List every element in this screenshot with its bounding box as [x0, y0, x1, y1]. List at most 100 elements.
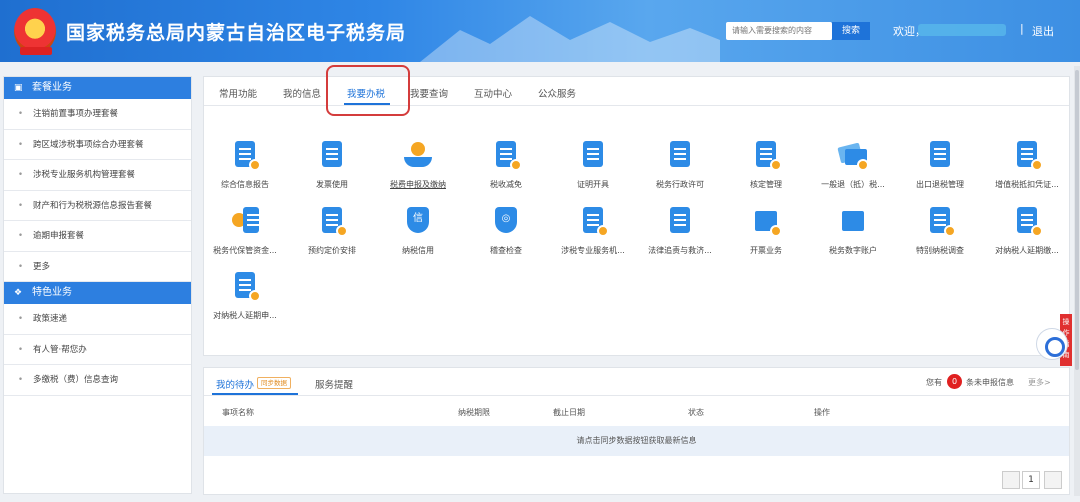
page-number[interactable]: 1: [1022, 471, 1040, 489]
sidebar-section-package[interactable]: ▣ 套餐业务: [4, 77, 191, 99]
tab-interaction[interactable]: 互动中心: [474, 86, 512, 100]
column-header: 截止日期: [553, 408, 585, 417]
function-item[interactable]: 税收减免: [464, 139, 548, 190]
logout-link[interactable]: 退出: [1032, 23, 1054, 39]
special-investigation-icon: [924, 205, 956, 237]
function-item[interactable]: 法律追责与救济...: [638, 205, 722, 256]
certificate-icon: [577, 139, 609, 171]
column-header: 事项名称: [222, 408, 254, 417]
sidebar-item[interactable]: 逾期申报套餐: [4, 221, 191, 252]
notice-suffix: 条未申报信息: [966, 378, 1014, 387]
prev-page-button[interactable]: [1002, 471, 1020, 489]
function-item[interactable]: 税务行政许可: [638, 139, 722, 190]
function-label: 对纳税人延期缴...: [995, 246, 1059, 255]
function-label: 对纳税人延期申...: [213, 311, 277, 320]
document-icon: [229, 139, 261, 171]
function-item[interactable]: 对纳税人延期缴...: [985, 205, 1069, 256]
chat-assistant-icon[interactable]: [1036, 328, 1068, 360]
function-label: 税费申报及缴纳: [390, 180, 446, 189]
tab-common[interactable]: 常用功能: [219, 86, 257, 100]
function-label: 税务代保管资金...: [213, 246, 277, 255]
undeclared-count-badge: 0: [947, 374, 962, 389]
function-item[interactable]: 开票业务: [724, 205, 808, 256]
sidebar: ▣ 套餐业务 注销前置事项办理套餐 跨区域涉税事项综合办理套餐 涉税专业服务机构管…: [3, 76, 192, 494]
function-label: 法律追责与救济...: [648, 246, 712, 255]
function-label: 纳税信用: [402, 246, 434, 255]
vat-deduction-icon: [1011, 139, 1043, 171]
todo-tab-bar: 我的待办 同步数据 服务提醒 您有 0 条未申报信息 更多>: [204, 368, 1069, 396]
function-item[interactable]: ◎ 稽查检查: [464, 205, 548, 256]
tab-my-todo[interactable]: 我的待办: [216, 377, 254, 391]
function-label: 开票业务: [750, 246, 782, 255]
tab-public-service[interactable]: 公众服务: [538, 86, 576, 100]
function-label: 证明开具: [577, 180, 609, 189]
sidebar-item[interactable]: 财产和行为税税源信息报告套餐: [4, 191, 191, 221]
function-label: 涉税专业服务机...: [561, 246, 625, 255]
invoicing-icon: [750, 205, 782, 237]
permit-icon: [664, 139, 696, 171]
function-item[interactable]: 出口退税管理: [898, 139, 982, 190]
function-item[interactable]: 发票使用: [290, 139, 374, 190]
inspection-icon: ◎: [490, 205, 522, 237]
function-panel: 常用功能 我的信息 我要办税 我要查询 互动中心 公众服务 综合信息报告 发票使…: [203, 65, 1070, 356]
function-item[interactable]: 税务代保管资金...: [203, 205, 287, 256]
function-label: 税收减免: [490, 180, 522, 189]
sidebar-item[interactable]: 涉税专业服务机构管理套餐: [4, 160, 191, 191]
active-tab-indicator: [212, 393, 298, 395]
empty-message: 请点击同步数据按钮获取最新信息: [204, 426, 1069, 456]
site-title: 国家税务总局内蒙古自治区电子税务局: [66, 22, 407, 44]
header-separator: |: [1020, 22, 1024, 35]
sync-data-button[interactable]: 同步数据: [257, 377, 291, 389]
function-item[interactable]: 特别纳税调查: [898, 205, 982, 256]
next-page-button[interactable]: [1044, 471, 1062, 489]
invoice-icon: [316, 139, 348, 171]
sidebar-item[interactable]: 多缴税（费）信息查询: [4, 365, 191, 396]
refund-icon: [837, 139, 869, 171]
tab-my-info[interactable]: 我的信息: [283, 86, 321, 100]
legal-icon: [664, 205, 696, 237]
sidebar-item[interactable]: 政策速递: [4, 304, 191, 335]
page-scrollbar[interactable]: [1074, 66, 1080, 496]
sidebar-section-special[interactable]: ❖ 特色业务: [4, 282, 191, 304]
tab-query[interactable]: 我要查询: [410, 86, 448, 100]
function-item[interactable]: 综合信息报告: [203, 139, 287, 190]
function-label: 特别纳税调查: [916, 246, 964, 255]
function-label: 一般退（抵）税...: [821, 180, 885, 189]
sidebar-section-label: 套餐业务: [32, 82, 72, 93]
function-item[interactable]: 核定管理: [724, 139, 808, 190]
todo-panel: 我的待办 同步数据 服务提醒 您有 0 条未申报信息 更多> 事项名称 纳税期限…: [203, 367, 1070, 495]
grid-icon: ❖: [14, 288, 23, 298]
sidebar-section-label: 特色业务: [32, 287, 72, 298]
search-button[interactable]: 搜索: [832, 22, 870, 40]
column-header: 状态: [688, 408, 704, 417]
function-item[interactable]: 涉税专业服务机...: [551, 205, 635, 256]
function-item[interactable]: 对纳税人延期申...: [203, 270, 287, 321]
function-label: 核定管理: [750, 180, 782, 189]
function-item[interactable]: 一般退（抵）税...: [811, 139, 895, 190]
function-item[interactable]: 税费申报及缴纳: [376, 139, 460, 190]
notice-prefix: 您有: [926, 378, 942, 387]
function-item[interactable]: 税务数字账户: [811, 205, 895, 256]
function-item[interactable]: 增值税抵扣凭证...: [985, 139, 1069, 190]
function-item[interactable]: 证明开具: [551, 139, 635, 190]
assessment-icon: [750, 139, 782, 171]
function-label: 发票使用: [316, 180, 348, 189]
tab-service-reminder[interactable]: 服务提醒: [315, 377, 353, 391]
sidebar-item[interactable]: 跨区域涉税事项综合办理套餐: [4, 130, 191, 160]
sidebar-item[interactable]: 注销前置事项办理套餐: [4, 99, 191, 130]
deferral-icon: [1011, 205, 1043, 237]
function-label: 税务行政许可: [656, 180, 704, 189]
search-input[interactable]: [726, 22, 832, 40]
column-header: 纳税期限: [458, 408, 490, 417]
export-refund-icon: [924, 139, 956, 171]
more-link[interactable]: 更多>: [1028, 377, 1051, 388]
digital-account-icon: [837, 205, 869, 237]
function-item[interactable]: 预约定价安排: [290, 205, 374, 256]
sidebar-item-more[interactable]: 更多: [4, 252, 191, 282]
table-header: 事项名称 纳税期限 截止日期 状态 操作: [204, 396, 1069, 426]
agency-icon: [577, 205, 609, 237]
username-redacted: [918, 24, 1006, 36]
sidebar-item[interactable]: 有人管·帮您办: [4, 335, 191, 365]
scrollbar-thumb[interactable]: [1075, 70, 1079, 370]
function-item[interactable]: 信 纳税信用: [376, 205, 460, 256]
